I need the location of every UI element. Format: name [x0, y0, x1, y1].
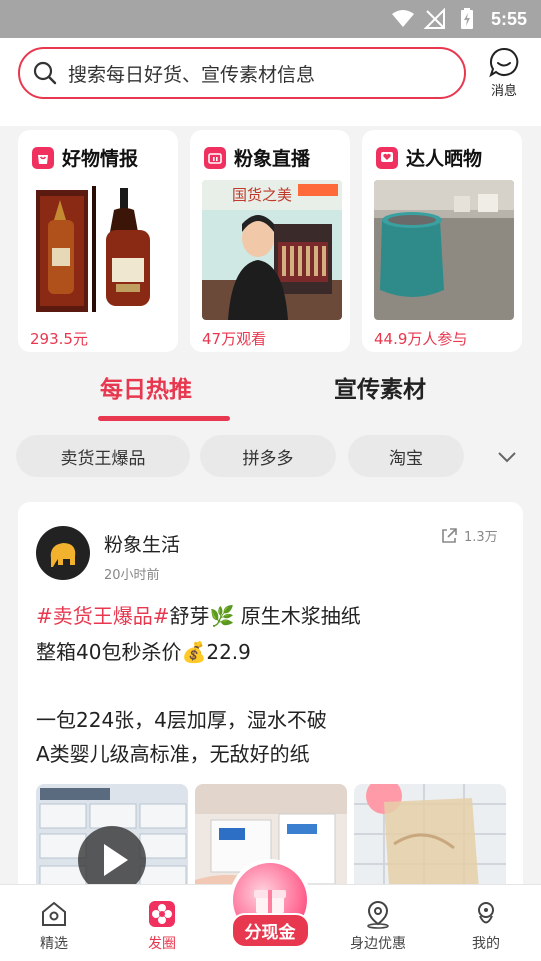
home-icon [42, 901, 66, 926]
card-footer: 47万观看 [202, 330, 267, 348]
card-title-text: 好物情报 [62, 148, 139, 170]
post-line-3: 一包224张，4层加厚，湿水不破 [36, 708, 327, 732]
nav-profile[interactable]: 我的 [446, 899, 526, 953]
nav-cash-button[interactable]: 分现金 [229, 863, 311, 959]
nav-label: 精选 [40, 936, 68, 952]
card-title: 粉象直播 [204, 144, 310, 171]
search-placeholder: 搜索每日好货、宣传素材信息 [68, 63, 316, 86]
flower-icon [149, 901, 175, 927]
header: 搜索每日好货、宣传素材信息 消息 [0, 38, 541, 126]
post-author[interactable]: 粉象生活 [104, 530, 180, 557]
status-time: 5:55 [490, 8, 527, 29]
share-count: 1.3万 [464, 530, 498, 545]
card-title-text: 粉象直播 [234, 148, 311, 170]
elephant-logo-icon [50, 543, 76, 567]
share-button[interactable]: 1.3万 [440, 526, 498, 545]
chip-hot-seller[interactable]: 卖货王爆品 [16, 435, 190, 477]
nav-label: 身边优惠 [350, 936, 406, 952]
card-title: 达人晒物 [376, 144, 482, 171]
live-stream-image: 国货之美 [202, 180, 342, 320]
share-icon [442, 527, 457, 543]
card-footer: 44.9万人参与 [374, 330, 468, 348]
post-time: 20小时前 [104, 568, 160, 583]
battery-charging-icon [460, 8, 473, 29]
search-bar[interactable]: 搜索每日好货、宣传素材信息 [18, 47, 466, 99]
nav-label: 发圈 [148, 936, 176, 952]
active-tab-indicator [98, 416, 230, 421]
tab-daily-hot[interactable]: 每日热推 [100, 370, 192, 404]
wifi-icon [391, 10, 414, 27]
no-signal-icon [423, 7, 445, 29]
cash-label: 分现金 [230, 913, 310, 948]
card-footer: 293.5元 [30, 330, 88, 348]
post-line-1: #卖货王爆品#舒芽🌿 原生木浆抽纸 [36, 600, 361, 629]
heart-chat-icon [376, 146, 398, 169]
product-image [30, 180, 170, 320]
post-line-4: A类婴儿级高标准，无敌好的纸 [36, 742, 310, 766]
card-live-stream[interactable]: 粉象直播 国货之美 47万观看 [190, 130, 350, 352]
tv-icon [204, 146, 226, 169]
status-bar: 5:55 [0, 0, 541, 38]
post-line-1-text: 舒芽🌿 原生木浆抽纸 [169, 604, 361, 628]
card-good-news[interactable]: 好物情报 293.5元 [18, 130, 178, 352]
nav-nearby-deals[interactable]: 身边优惠 [338, 899, 418, 953]
message-button[interactable]: 消息 [484, 46, 524, 106]
tab-promo-materials[interactable]: 宣传素材 [334, 370, 426, 404]
post-line-2: 整箱40包秒杀价💰22.9 [36, 640, 251, 664]
nav-moments[interactable]: 发圈 [122, 899, 202, 953]
content-tabs: 每日热推 宣传素材 [0, 352, 541, 424]
post-card: 粉象生活 20小时前 1.3万 #卖货王爆品#舒芽🌿 原生木浆抽纸 整箱40包秒… [18, 502, 523, 902]
category-chips: 卖货王爆品 拼多多 淘宝 [0, 424, 541, 494]
card-title-text: 达人晒物 [406, 148, 483, 170]
search-icon [33, 61, 57, 85]
chip-taobao[interactable]: 淘宝 [348, 435, 464, 477]
bottom-nav: 精选 发圈 分现金 身边优惠 我的 [0, 863, 541, 961]
card-title: 好物情报 [32, 144, 138, 171]
chevron-down-icon[interactable] [496, 446, 518, 468]
location-pin-icon [367, 900, 389, 929]
shopping-bag-icon [32, 146, 54, 169]
chip-pinduoduo[interactable]: 拼多多 [200, 435, 336, 477]
message-label: 消息 [490, 84, 517, 99]
chat-bubble-icon [489, 47, 519, 78]
live-image-caption: 国货之美 [232, 186, 293, 204]
nav-featured[interactable]: 精选 [14, 899, 94, 953]
post-hashtag[interactable]: #卖货王爆品# [36, 604, 170, 628]
card-influencer-share[interactable]: 达人晒物 44.9万人参与 [362, 130, 522, 352]
user-icon [478, 902, 494, 924]
nav-label: 我的 [472, 936, 500, 952]
influencer-image [374, 180, 514, 320]
avatar[interactable] [36, 526, 90, 580]
